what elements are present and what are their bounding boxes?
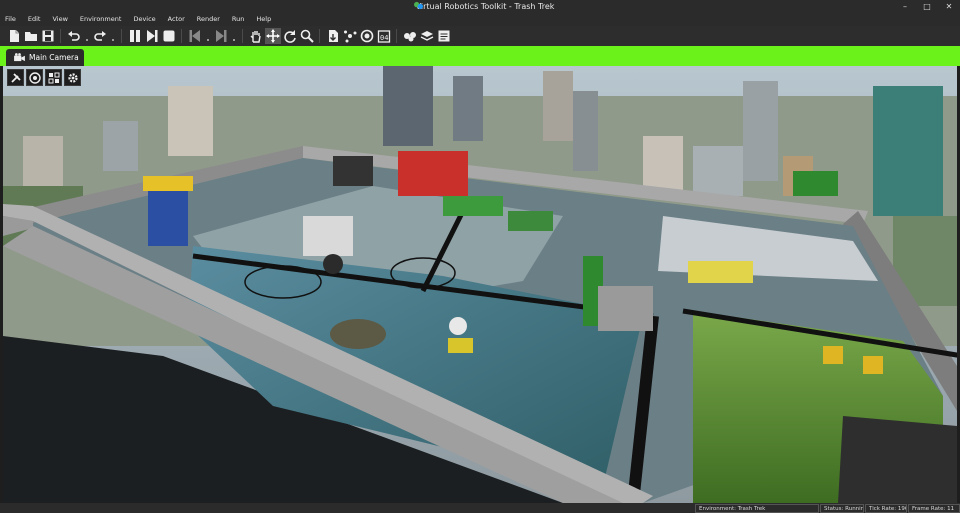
close-button[interactable]: ✕ [938,0,960,12]
tools-icon[interactable] [7,69,24,86]
menu-environment[interactable]: Environment [75,15,129,23]
status-frame-rate: Frame Rate: 11 [908,504,960,513]
tab-label: Main Camera [29,53,79,62]
redo-icon[interactable] [92,28,108,44]
tab-strip: Main Camera [0,46,960,66]
grid-icon[interactable] [45,69,62,86]
svg-text:04: 04 [380,34,388,42]
3d-viewport[interactable] [3,66,957,503]
sensor-icon[interactable] [359,28,375,44]
tab-main-camera[interactable]: Main Camera [6,49,84,66]
robot-icon[interactable] [402,28,418,44]
physics-icon[interactable] [342,28,358,44]
hand-icon[interactable] [248,28,264,44]
undo-dropdown-icon[interactable] [83,28,91,44]
pause-icon[interactable] [127,28,143,44]
counter-icon[interactable]: 04 [376,28,392,44]
window-title: Virtual Robotics Toolkit - Trash Trek [415,1,555,11]
forward-icon[interactable] [213,28,229,44]
minimize-button[interactable]: – [894,0,916,12]
toolbar: 04 [0,26,960,46]
save-icon[interactable] [40,28,56,44]
forward-dropdown-icon[interactable] [230,28,238,44]
zoom-icon[interactable] [299,28,315,44]
menu-edit[interactable]: Edit [23,15,48,23]
menu-render[interactable]: Render [192,15,227,23]
undo-icon[interactable] [66,28,82,44]
menu-view[interactable]: View [47,15,74,23]
rewind-icon[interactable] [187,28,203,44]
menu-help[interactable]: Help [251,15,278,23]
import-icon[interactable] [325,28,341,44]
menu-run[interactable]: Run [227,15,251,23]
status-tick-rate: Tick Rate: 196 [865,504,907,513]
app-logo-icon [414,1,423,10]
new-file-icon[interactable] [6,28,22,44]
menu-file[interactable]: File [0,15,23,23]
window-controls: – □ ✕ [894,0,960,12]
step-icon[interactable] [144,28,160,44]
status-state: Status: Running [820,504,864,513]
viewport-toolbar [7,69,83,86]
maximize-button[interactable]: □ [916,0,938,12]
status-environment: Environment: Trash Trek [695,504,819,513]
rewind-dropdown-icon[interactable] [204,28,212,44]
redo-dropdown-icon[interactable] [109,28,117,44]
scene-render [3,66,957,503]
open-folder-icon[interactable] [23,28,39,44]
layers-icon[interactable] [419,28,435,44]
move-icon[interactable] [265,28,281,44]
menu-actor[interactable]: Actor [163,15,192,23]
menu-bar: File Edit View Environment Device Actor … [0,12,960,26]
menu-device[interactable]: Device [128,15,162,23]
stop-icon[interactable] [161,28,177,44]
report-icon[interactable] [436,28,452,44]
status-bar: Environment: Trash Trek Status: Running … [0,503,960,513]
aperture-icon[interactable] [26,69,43,86]
title-bar: Virtual Robotics Toolkit - Trash Trek – … [0,0,960,12]
rotate-icon[interactable] [282,28,298,44]
camera-icon [14,53,25,62]
settings-icon[interactable] [64,69,81,86]
